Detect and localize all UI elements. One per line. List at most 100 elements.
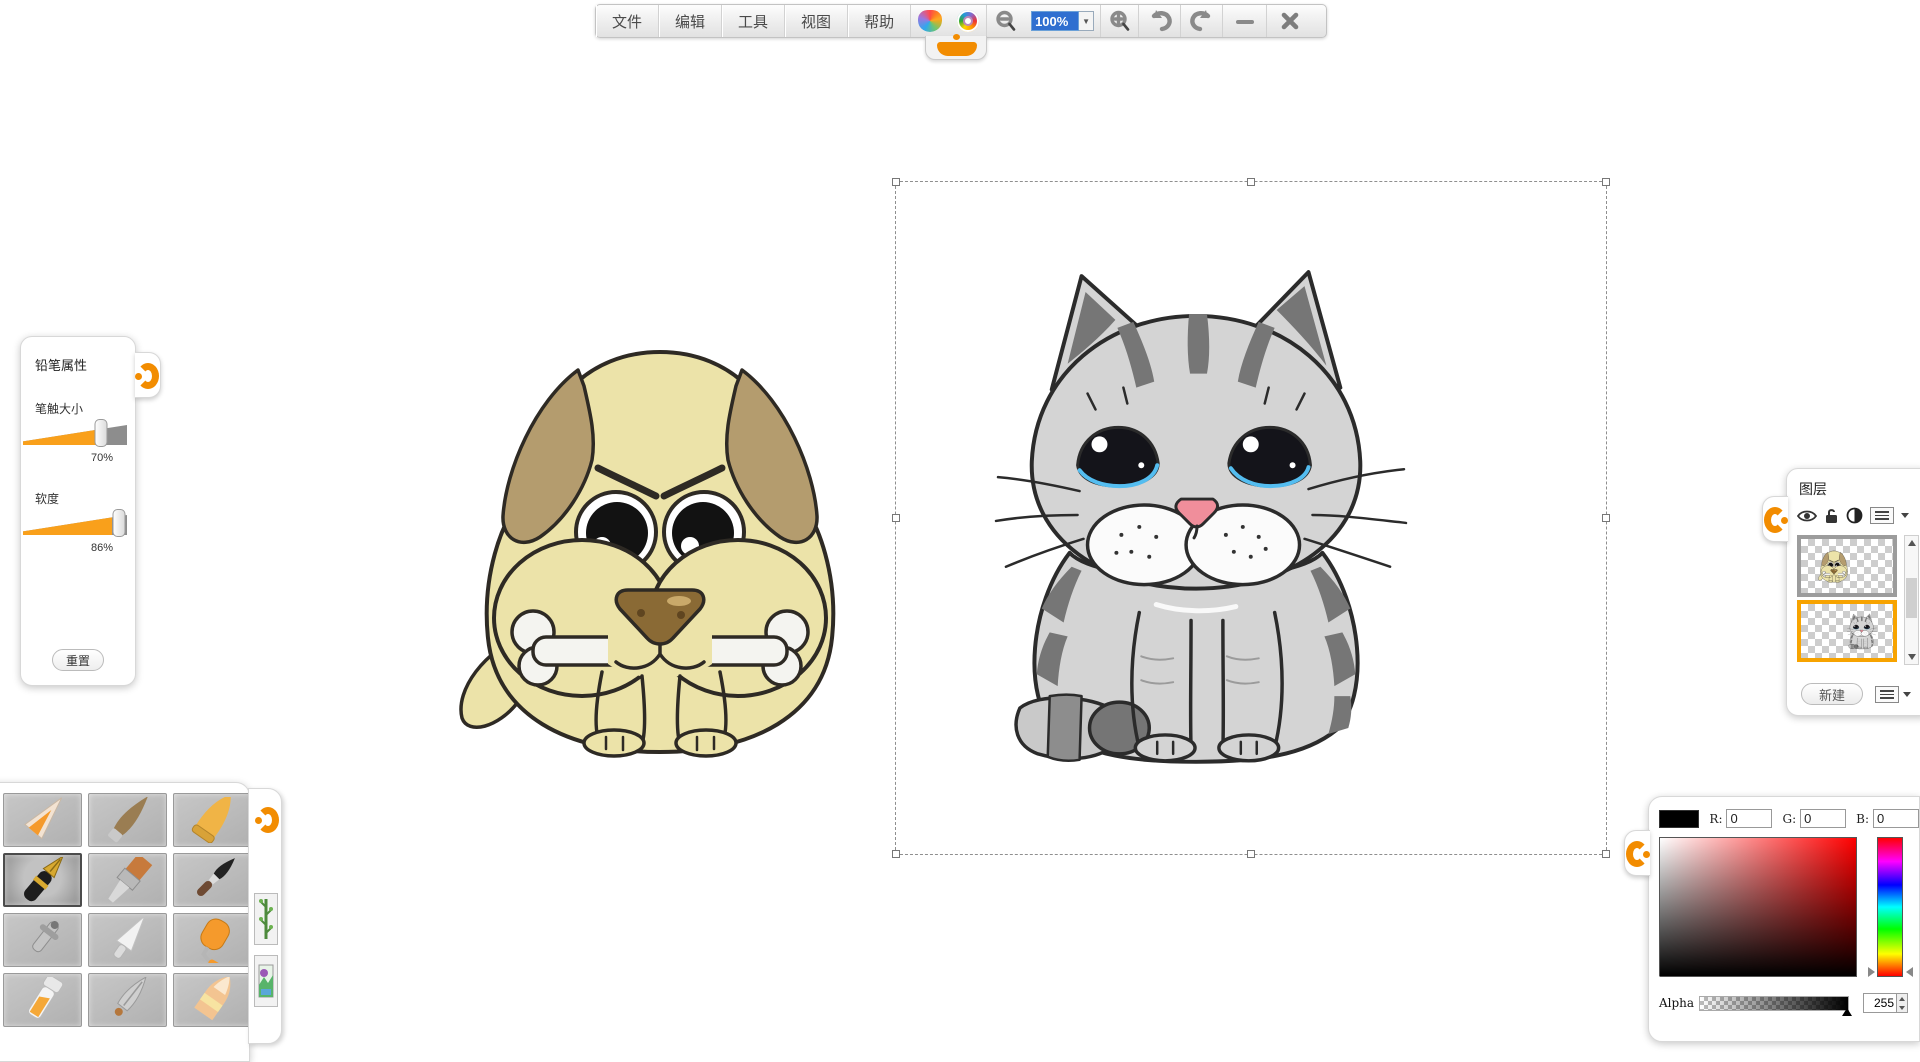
layer-menu-caret-icon[interactable]: [1901, 513, 1909, 518]
palette-collapse-handle[interactable]: [257, 807, 273, 833]
tool-pencil[interactable]: [3, 793, 82, 847]
softness-slider[interactable]: [21, 509, 135, 539]
tool-palette-knife[interactable]: [88, 913, 167, 967]
minimize-button[interactable]: [1223, 5, 1267, 37]
selection-handle-top-mid[interactable]: [1247, 178, 1255, 186]
b-input[interactable]: [1873, 809, 1919, 828]
selection-handle-top-left[interactable]: [892, 178, 900, 186]
bamboo-stamp-icon: [258, 897, 274, 941]
layer-scrollbar[interactable]: [1904, 535, 1919, 665]
pencil-panel-collapse-handle[interactable]: [135, 352, 161, 398]
cat-drawing[interactable]: [992, 258, 1410, 766]
dog-drawing[interactable]: [430, 320, 890, 770]
brush-size-value: 70%: [21, 452, 113, 464]
brush-size-label: 笔触大小: [35, 400, 135, 417]
toolbar-collapse-tab[interactable]: [925, 36, 987, 60]
layers-panel-title: 图层: [1799, 479, 1920, 499]
tool-grid: [3, 793, 249, 1027]
tool-fountain-pen[interactable]: [3, 853, 82, 907]
saturation-value-picker[interactable]: [1659, 837, 1857, 977]
menu-help[interactable]: 帮助: [848, 5, 911, 37]
palette-side-tab: [248, 788, 282, 1044]
scroll-down-icon[interactable]: [1905, 650, 1918, 664]
menu-tools[interactable]: 工具: [722, 5, 785, 37]
menu-edit[interactable]: 编辑: [659, 5, 722, 37]
hue-marker-right-icon[interactable]: [1906, 967, 1913, 977]
redo-button[interactable]: [1181, 5, 1223, 37]
menu-file[interactable]: 文件: [596, 5, 659, 37]
tool-eraser[interactable]: [173, 973, 252, 1027]
unlock-icon[interactable]: [1824, 507, 1839, 524]
selection-handle-bottom-mid[interactable]: [1247, 850, 1255, 858]
alpha-input[interactable]: [1864, 994, 1896, 1012]
drawing-canvas[interactable]: [0, 0, 1920, 1050]
layer-menu-icon[interactable]: [1870, 507, 1894, 524]
selection-handle-mid-right[interactable]: [1602, 514, 1610, 522]
undo-button[interactable]: [1139, 5, 1181, 37]
layer-list: [1797, 535, 1897, 665]
close-button[interactable]: [1267, 5, 1313, 37]
pencil-properties-panel: 铅笔属性 笔触大小 70% 软度 86% 重置: [20, 336, 136, 686]
picture-stamp-button[interactable]: [254, 955, 278, 1007]
selection-handle-bottom-right[interactable]: [1602, 850, 1610, 858]
softness-thumb[interactable]: [113, 509, 126, 537]
tool-fine-knife[interactable]: [88, 973, 167, 1027]
menu-view[interactable]: 视图: [785, 5, 848, 37]
hue-marker-left-icon[interactable]: [1868, 967, 1875, 977]
zoom-dropdown-button[interactable]: ▼: [1079, 11, 1094, 31]
selection-handle-mid-left[interactable]: [892, 514, 900, 522]
brush-size-thumb[interactable]: [94, 419, 107, 447]
scroll-up-icon[interactable]: [1905, 536, 1918, 550]
zoom-out-icon: [995, 10, 1017, 32]
collapse-smile-icon: [937, 42, 977, 56]
layers-options-icon[interactable]: [1875, 686, 1899, 703]
r-label: R:: [1709, 812, 1722, 826]
close-icon: [1279, 10, 1301, 32]
bamboo-stamp-button[interactable]: [254, 893, 278, 945]
layer-item-dog[interactable]: [1797, 535, 1897, 597]
new-layer-button[interactable]: 新建: [1801, 683, 1863, 705]
selection-handle-bottom-left[interactable]: [892, 850, 900, 858]
color-panel: R: G: B: Alpha: [1648, 796, 1920, 1042]
alpha-spin-up-icon[interactable]: [1899, 997, 1905, 1001]
tool-paint-jar[interactable]: [3, 973, 82, 1027]
alpha-spin-down-icon[interactable]: [1899, 1006, 1905, 1010]
redo-icon: [1189, 9, 1215, 33]
sv-cursor-icon[interactable]: [1656, 966, 1670, 980]
dog-layer-thumbnail: [1816, 548, 1852, 584]
rainbow-swirl-button[interactable]: [949, 5, 987, 37]
zoom-in-button[interactable]: [1101, 5, 1139, 37]
layer-item-cat[interactable]: [1797, 600, 1897, 662]
brush-size-track[interactable]: [23, 425, 127, 445]
scrollbar-thumb[interactable]: [1906, 578, 1917, 618]
layers-panel-collapse-handle[interactable]: [1762, 496, 1788, 542]
hue-strip[interactable]: [1877, 837, 1903, 977]
selection-handle-top-right[interactable]: [1602, 178, 1610, 186]
visibility-eye-icon[interactable]: [1797, 509, 1817, 523]
g-input[interactable]: [1800, 809, 1846, 828]
zoom-out-button[interactable]: [987, 5, 1025, 37]
softness-track[interactable]: [23, 515, 127, 535]
tool-flat-brush[interactable]: [88, 853, 167, 907]
alpha-slider[interactable]: [1699, 996, 1849, 1011]
rainbow-stamp-button[interactable]: [911, 5, 949, 37]
current-color-swatch[interactable]: [1659, 810, 1699, 828]
opacity-contrast-icon[interactable]: [1846, 507, 1863, 524]
reset-button[interactable]: 重置: [52, 649, 104, 671]
layers-options-caret-icon[interactable]: [1903, 692, 1911, 697]
layers-panel: 图层 新建: [1786, 468, 1920, 716]
tool-brush-tip[interactable]: [88, 793, 167, 847]
alpha-marker-icon[interactable]: [1842, 1008, 1852, 1016]
r-input[interactable]: [1726, 809, 1772, 828]
tool-crayon[interactable]: [173, 793, 252, 847]
tool-airbrush[interactable]: [3, 913, 82, 967]
zoom-level-input[interactable]: [1031, 11, 1079, 31]
brush-size-slider[interactable]: [21, 419, 135, 449]
g-label: G:: [1782, 812, 1796, 826]
softness-value: 86%: [21, 542, 113, 554]
color-panel-collapse-handle[interactable]: [1624, 830, 1650, 876]
tool-palette-panel: [0, 782, 250, 1062]
tool-ink-brush[interactable]: [173, 853, 252, 907]
tool-paint-roller[interactable]: [173, 913, 252, 967]
zoom-level-field: ▼: [1025, 5, 1101, 37]
